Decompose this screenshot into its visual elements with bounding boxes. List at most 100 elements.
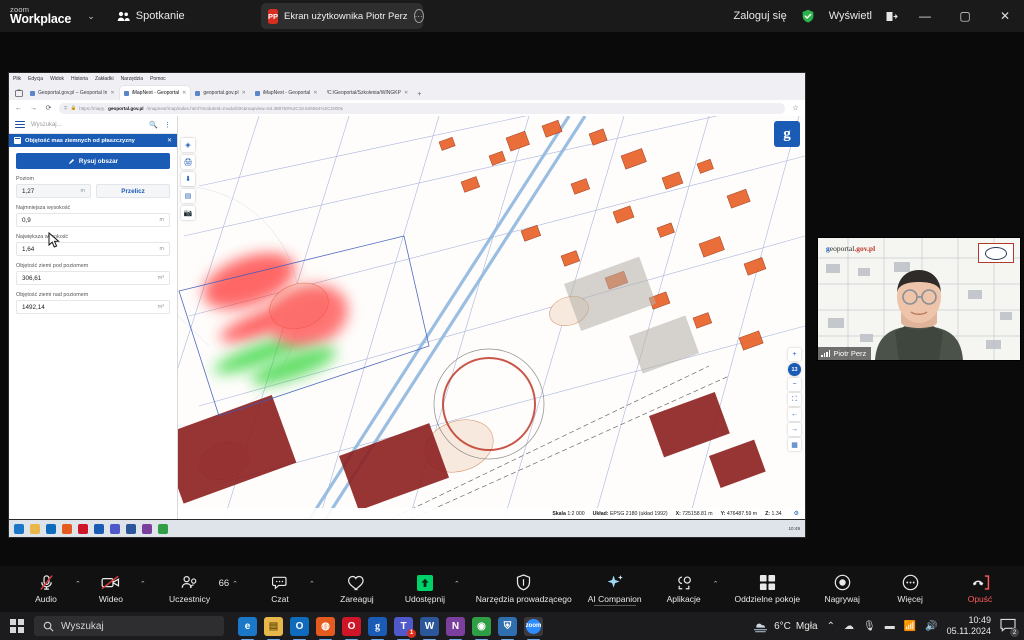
kebab-menu-icon[interactable]: ⋮ <box>164 121 171 129</box>
shared-taskbar-icon[interactable] <box>14 524 24 534</box>
browser-tab-0[interactable]: Geoportal.gov.pl – Geoportal In ✕ <box>26 86 119 100</box>
start-button-icon[interactable] <box>0 619 34 633</box>
taskbar-clock[interactable]: 10:49 05.11.2024 <box>947 615 991 638</box>
location-pin-icon[interactable]: ◈ <box>181 138 195 152</box>
volume-icon[interactable]: 🔊 <box>925 621 937 632</box>
minimize-button[interactable]: — <box>912 3 938 29</box>
view-button[interactable]: Wyświetl <box>829 10 872 22</box>
more-options-icon[interactable]: ⋯ <box>414 9 424 23</box>
audio-button[interactable]: Audio <box>20 574 72 604</box>
signin-button[interactable]: Zaloguj się <box>734 10 787 22</box>
browser-tab-2[interactable]: geoportal.gov.pl ✕ <box>191 86 249 100</box>
search-input[interactable]: Wyszukaj... <box>31 122 143 128</box>
clipboard-icon[interactable]: ▤ <box>181 189 195 203</box>
menu-edycja[interactable]: Edycja <box>28 76 43 82</box>
browser-tab-1[interactable]: iMapNext - Geoportal ✕ <box>120 86 191 100</box>
tab-close-icon[interactable]: ✕ <box>404 90 408 96</box>
geoportal-map-view[interactable]: Wyszukaj... 🔍 ⋮ Objętość mas ziemnych od… <box>9 116 805 519</box>
new-tab-button[interactable]: + <box>413 91 425 98</box>
shared-taskbar-icon[interactable] <box>46 524 56 534</box>
more-button[interactable]: Więcej <box>884 574 936 604</box>
taskbar-app-teams[interactable]: T 1 <box>394 617 413 636</box>
shared-taskbar-icon[interactable] <box>142 524 152 534</box>
address-bar[interactable]: ⛨ 🔒 https://mapy.geoportal.gov.pl/imapne… <box>59 103 785 114</box>
onedrive-cloud-icon[interactable]: ☁ <box>844 621 854 632</box>
menu-pomoc[interactable]: Pomoc <box>150 76 166 82</box>
share-screen-button[interactable]: Udostępnij <box>399 574 451 604</box>
taskbar-app-zoom[interactable]: zoom <box>524 617 543 636</box>
print-icon[interactable]: 🖨 <box>181 155 195 169</box>
shared-taskbar-icon[interactable] <box>158 524 168 534</box>
taskbar-app-chrome[interactable]: ◉ <box>472 617 491 636</box>
audio-options-chevron-icon[interactable]: ⌃ <box>75 580 81 588</box>
wifi-icon[interactable]: 📶 <box>904 621 916 632</box>
host-tools-button[interactable]: Narzędzia prowadzącego <box>476 574 572 604</box>
reload-icon[interactable]: ⟳ <box>44 104 53 112</box>
taskbar-app-opera[interactable]: O <box>342 617 361 636</box>
tab-close-icon[interactable]: ✕ <box>242 90 246 96</box>
geoportal-logo-badge[interactable]: g <box>774 121 800 147</box>
previous-extent-icon[interactable]: ← <box>788 408 801 421</box>
react-button[interactable]: Zareaguj <box>331 574 383 604</box>
chat-button[interactable]: Czat <box>254 574 306 604</box>
shield-check-icon[interactable] <box>801 9 815 23</box>
search-icon[interactable]: 🔍 <box>149 121 158 129</box>
browser-tab-4[interactable]: /C:/Geoportal/Szkolenia/WINGKP ✕ <box>323 86 413 100</box>
taskbar-app-edge[interactable]: e <box>238 617 257 636</box>
zoom-out-button[interactable]: − <box>788 378 801 391</box>
tab-close-icon[interactable]: ✕ <box>182 90 186 96</box>
back-icon[interactable]: ← <box>14 105 23 112</box>
breakout-rooms-button[interactable]: Oddzielne pokoje <box>734 574 800 604</box>
taskbar-app-outlook[interactable]: O <box>290 617 309 636</box>
layers-icon[interactable]: ▦ <box>788 438 801 451</box>
zoom-in-button[interactable]: + <box>788 348 801 361</box>
maximize-button[interactable]: ▢ <box>952 3 978 29</box>
browser-tab-3[interactable]: iMapNext - Geoportal ✕ <box>251 86 322 100</box>
video-options-chevron-icon[interactable]: ⌃ <box>140 580 146 588</box>
camera-icon[interactable]: 📷 <box>181 206 195 220</box>
calculate-button[interactable]: Przelicz <box>96 184 170 198</box>
participants-button[interactable]: Uczestnicy <box>164 574 216 604</box>
shared-taskbar-icon[interactable] <box>94 524 104 534</box>
tab-list-icon[interactable] <box>12 86 25 99</box>
bookmark-star-icon[interactable]: ☆ <box>791 104 800 112</box>
taskbar-app-geoportal[interactable]: g <box>368 617 387 636</box>
participants-chevron-icon[interactable]: ⌃ <box>232 580 238 588</box>
screen-share-indicator[interactable]: PP Ekran użytkownika Piotr Perz ⋯ <box>261 3 423 29</box>
share-chevron-icon[interactable]: ⌃ <box>454 580 460 588</box>
shared-taskbar-icon[interactable] <box>78 524 88 534</box>
download-icon[interactable]: ⬇ <box>181 172 195 186</box>
meeting-menu-item[interactable]: Spotkanie <box>117 10 185 22</box>
notification-center-button[interactable]: 2 <box>1000 618 1016 634</box>
ai-companion-button[interactable]: AI Companion <box>588 574 642 604</box>
menu-zakladki[interactable]: Zakładki <box>95 76 114 82</box>
shared-taskbar-icon[interactable] <box>110 524 120 534</box>
taskbar-search-box[interactable]: Wyszukaj <box>34 616 224 636</box>
leave-meeting-button[interactable]: Opuść <box>954 574 1006 604</box>
menu-historia[interactable]: Historia <box>71 76 88 82</box>
hamburger-menu-icon[interactable] <box>15 121 25 128</box>
tab-close-icon[interactable]: ✕ <box>313 90 317 96</box>
next-extent-icon[interactable]: → <box>788 423 801 436</box>
close-icon[interactable]: ✕ <box>167 137 172 144</box>
video-button[interactable]: Wideo <box>85 574 137 604</box>
chat-chevron-icon[interactable]: ⌃ <box>309 580 315 588</box>
taskbar-app-security[interactable]: ⛨ <box>498 617 517 636</box>
shared-taskbar-icon[interactable] <box>126 524 136 534</box>
settings-gear-icon[interactable]: ⚙ <box>794 510 799 517</box>
shared-taskbar-icon[interactable] <box>30 524 40 534</box>
battery-icon[interactable]: ▬ <box>885 621 895 632</box>
chevron-down-icon[interactable]: ⌄ <box>87 11 95 22</box>
apps-button[interactable]: Aplikacje <box>658 574 710 604</box>
menu-narzedzia[interactable]: Narzędzia <box>121 76 144 82</box>
microphone-tray-icon[interactable]: 🎙 <box>863 621 876 632</box>
taskbar-app-file-explorer[interactable]: ▤ <box>264 617 283 636</box>
taskbar-app-firefox[interactable]: ◍ <box>316 617 335 636</box>
tray-overflow-chevron-icon[interactable]: ⌃ <box>827 621 835 632</box>
exit-view-icon[interactable] <box>886 11 898 22</box>
weather-widget[interactable]: 6°C Mgła <box>752 620 817 633</box>
taskbar-app-onenote[interactable]: N <box>446 617 465 636</box>
record-button[interactable]: Nagrywaj <box>816 574 868 604</box>
forward-icon[interactable]: → <box>29 105 38 112</box>
poziom-input[interactable]: 1,27 m <box>16 184 91 198</box>
